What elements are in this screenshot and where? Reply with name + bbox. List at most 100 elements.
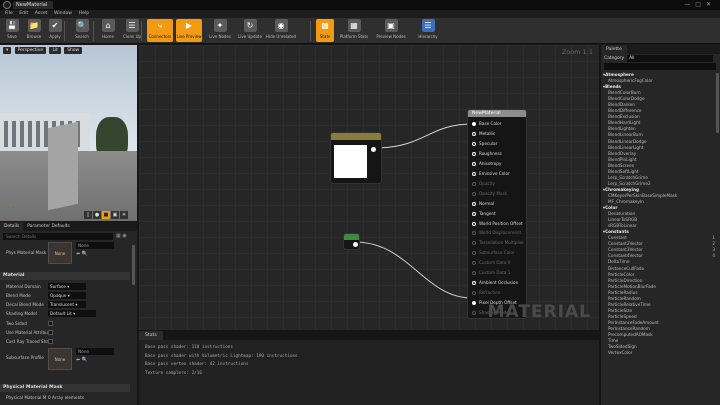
phys-material-thumbnail[interactable]: None <box>48 242 72 264</box>
toolbar-hierarchy-button[interactable]: ☰ Hierarchy <box>413 19 443 42</box>
toolbar-search-button[interactable]: 🔍 Search <box>70 19 94 42</box>
toolbar-live-update-button[interactable]: ↻ Live Update <box>237 19 263 42</box>
pin-icon[interactable] <box>472 311 476 316</box>
subsurface-thumbnail[interactable]: None <box>48 348 72 370</box>
detail-row-dropdown[interactable]: Opaque ▾ <box>48 292 86 299</box>
palette-item[interactable]: VertexColor <box>603 350 715 356</box>
material-input-pin[interactable]: Metallic <box>472 130 495 138</box>
two-sided-checkbox[interactable] <box>48 321 53 326</box>
pin-icon[interactable] <box>472 231 476 236</box>
pin-icon[interactable] <box>472 221 476 226</box>
view-options-icon[interactable]: ▦ ◉ <box>116 233 132 240</box>
menu-asset[interactable]: Asset <box>35 10 48 18</box>
plane-shape-icon[interactable]: ■ <box>102 211 110 219</box>
pin-icon[interactable] <box>472 291 476 296</box>
palette-item[interactable]: Lerp_ScratchGrime2 <box>603 181 715 187</box>
material-input-pin[interactable]: Custom Data 1 <box>472 269 510 277</box>
pin-icon[interactable] <box>472 141 476 146</box>
material-input-pin[interactable]: Base Color <box>472 120 501 128</box>
menu-window[interactable]: Window <box>54 10 72 18</box>
pin-icon[interactable] <box>472 301 476 306</box>
material-input-pin[interactable]: Subsurface Color <box>472 249 515 257</box>
toolbar-connectors-button[interactable]: ⤷ Connectors <box>147 19 173 42</box>
teapot-shape-icon[interactable]: ☀ <box>120 211 128 219</box>
material-graph[interactable]: Zoom 1:1 NewMaterial Base Color Metallic S… <box>139 45 599 330</box>
material-input-pin[interactable]: Opacity Mask <box>472 190 507 198</box>
palette-scrollbar[interactable] <box>716 73 719 133</box>
material-input-pin[interactable]: Ambient Occlusion <box>472 279 518 287</box>
pin-icon[interactable] <box>472 251 476 256</box>
pin-icon[interactable] <box>472 171 476 176</box>
material-input-pin[interactable]: Tessellation Multiplier <box>472 239 524 247</box>
material-input-pin[interactable]: Roughness <box>472 150 502 158</box>
constant-output-pin[interactable] <box>353 242 358 247</box>
menu-edit[interactable]: Edit <box>19 10 28 18</box>
palette-item[interactable]: MF_ChromakeyIn <box>603 199 715 205</box>
cylinder-shape-icon[interactable]: ▯ <box>84 211 92 219</box>
asset-tab[interactable]: NewMaterial <box>13 1 53 9</box>
toolbar-browse-button[interactable]: 📁 Browse <box>24 19 44 42</box>
subsurface-browse-icon[interactable]: ⬅ 🔍 <box>76 357 88 363</box>
tab-stats[interactable]: Stats <box>139 331 163 340</box>
material-input-pin[interactable]: Specular <box>472 140 497 148</box>
palette-search-input[interactable] <box>604 63 716 70</box>
pin-icon[interactable] <box>472 181 476 186</box>
category-dropdown[interactable]: All <box>627 55 714 62</box>
detail-row-dropdown[interactable]: Translucent ▾ <box>48 301 86 308</box>
material-input-pin[interactable]: Normal <box>472 200 494 208</box>
section-phys-material-mask[interactable]: Physical Material Mask <box>0 384 130 392</box>
pin-icon[interactable] <box>472 131 476 136</box>
toolbar-live-nodes-button[interactable]: ✦ Live Nodes <box>207 19 233 42</box>
pin-icon[interactable] <box>472 281 476 286</box>
material-input-pin[interactable]: Custom Data 0 <box>472 259 510 267</box>
constant-node[interactable] <box>343 233 360 250</box>
texture-output-pin[interactable] <box>371 147 376 152</box>
cube-shape-icon[interactable]: ▣ <box>111 211 119 219</box>
toolbar-save-button[interactable]: 💾 Save <box>3 19 21 42</box>
viewport-menu-button[interactable]: ▾ <box>3 47 12 54</box>
perspective-button[interactable]: Perspective <box>14 47 47 54</box>
preview-viewport[interactable]: ▾ Perspective Lit Show ↑→ ▯ ● ■ ▣ ☀ <box>0 45 137 221</box>
pin-icon[interactable] <box>472 241 476 246</box>
use-attributes-checkbox[interactable] <box>48 330 53 335</box>
toolbar-apply-button[interactable]: ✔ Apply <box>45 19 65 42</box>
menu-file[interactable]: File <box>5 10 13 18</box>
toolbar-preview-nodes-button[interactable]: ▣ Preview Nodes <box>373 19 409 42</box>
tab-parameter-defaults[interactable]: Parameter Defaults <box>23 222 74 231</box>
window-controls[interactable]: —□✕ <box>684 1 716 8</box>
texture-sample-node[interactable] <box>330 132 382 184</box>
pin-icon[interactable] <box>472 211 476 216</box>
material-result-node[interactable]: NewMaterial Base Color Metallic Specular Ro… <box>467 109 527 319</box>
pin-icon[interactable] <box>472 161 476 166</box>
detail-row-dropdown[interactable]: Surface ▾ <box>48 283 86 290</box>
toolbar-stats-button[interactable]: ▩ Stats <box>316 19 334 42</box>
lit-button[interactable]: Lit <box>49 47 61 54</box>
details-scrollbar[interactable] <box>132 245 135 285</box>
show-button[interactable]: Show <box>64 47 83 54</box>
material-input-pin[interactable]: Opacity <box>472 180 495 188</box>
cast-ray-checkbox[interactable] <box>48 339 53 344</box>
palette-item[interactable]: AtmosphericFogColor <box>603 78 715 84</box>
pin-icon[interactable] <box>472 271 476 276</box>
toolbar-platform-stats-button[interactable]: ▦ Platform Stats <box>338 19 370 42</box>
section-material[interactable]: Material <box>0 272 130 280</box>
sphere-shape-icon[interactable]: ● <box>93 211 101 219</box>
material-input-pin[interactable]: Refraction <box>472 289 500 297</box>
material-input-pin[interactable]: Emissive Color <box>472 170 510 178</box>
material-input-pin[interactable]: Anisotropy <box>472 160 501 168</box>
unreal-logo-icon[interactable] <box>3 1 11 9</box>
subsurface-dropdown[interactable]: None <box>76 348 114 355</box>
palette-item[interactable]: sRGBToLinear <box>603 223 715 229</box>
pin-icon[interactable] <box>472 201 476 206</box>
pin-icon[interactable] <box>472 151 476 156</box>
menu-help[interactable]: Help <box>79 10 89 18</box>
toolbar-home-button[interactable]: ⌂ Home <box>99 19 117 42</box>
pin-icon[interactable] <box>472 261 476 266</box>
material-input-pin[interactable]: World Displacement <box>472 229 521 237</box>
details-search-input[interactable]: Search Details <box>3 233 113 240</box>
pin-icon[interactable] <box>472 122 476 126</box>
tab-details[interactable]: Details <box>0 222 24 231</box>
material-input-pin[interactable]: Tangent <box>472 210 496 218</box>
browse-arrow-icon[interactable]: ⬅ 🔍 <box>76 251 88 257</box>
detail-row-dropdown[interactable]: Default Lit ▾ <box>48 310 96 317</box>
